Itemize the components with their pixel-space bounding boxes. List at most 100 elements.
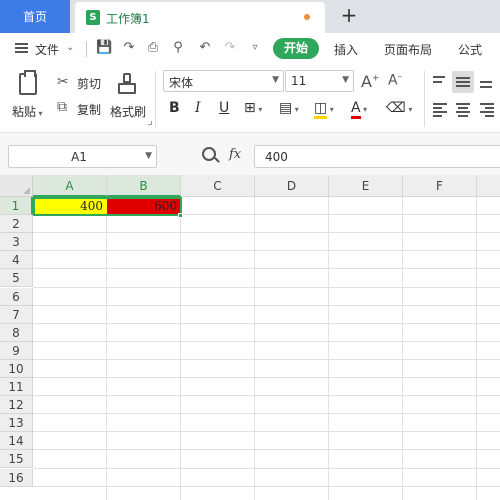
tab-workbook-label: 工作簿1 (106, 12, 150, 26)
redo-icon[interactable]: ↷ (222, 40, 238, 56)
unsaved-dot-icon (304, 14, 310, 20)
cut-icon[interactable]: ✂ (57, 74, 69, 90)
row-header-14[interactable]: 14 (0, 432, 33, 451)
gridline (33, 467, 500, 469)
row-header-16[interactable]: 16 (0, 468, 33, 487)
row-header-10[interactable]: 10 (0, 359, 33, 378)
print-preview-icon[interactable]: ⚲ (170, 40, 186, 56)
gridline (106, 197, 107, 500)
font-size-select[interactable]: 11 ▼ (285, 70, 354, 92)
insert-function-icon[interactable]: fx (229, 147, 241, 162)
align-left-button[interactable] (429, 98, 451, 120)
underline-button[interactable]: U (219, 98, 229, 118)
name-box-value: A1 (71, 150, 87, 164)
align-right-button[interactable] (476, 98, 498, 120)
tab-workbook[interactable]: S 工作簿1 (75, 2, 325, 33)
column-header-d[interactable]: D (255, 175, 329, 197)
font-color-button[interactable]: A ▾ (351, 98, 367, 119)
tab-bar: 首页 S 工作簿1 + (0, 0, 500, 33)
file-menu-button[interactable]: 文件 (35, 41, 59, 58)
clear-format-button[interactable]: ⌫ ▾ (386, 98, 412, 118)
fill-color-button[interactable]: ◫ ▾ (314, 98, 334, 119)
row-header-5[interactable]: 5 (0, 269, 33, 288)
row-header-3[interactable]: 3 (0, 233, 33, 252)
save-icon[interactable]: 💾 (96, 40, 112, 56)
gridline (33, 485, 500, 487)
paste-icon[interactable] (19, 70, 37, 95)
gridline (33, 268, 500, 270)
align-top-button[interactable] (429, 71, 451, 93)
gridline (33, 340, 500, 342)
gridline (33, 250, 500, 252)
font-family-value: 宋体 (169, 76, 194, 90)
align-bottom-button[interactable] (476, 71, 498, 93)
row-header-4[interactable]: 4 (0, 251, 33, 270)
tab-start[interactable]: 开始 (273, 38, 319, 59)
bold-button[interactable]: B (169, 98, 180, 118)
formula-input[interactable]: 400 (254, 145, 500, 168)
export-pdf-icon[interactable]: ↷ (121, 40, 137, 56)
row-header-7[interactable]: 7 (0, 305, 33, 324)
menu-hamburger-icon[interactable] (15, 43, 28, 53)
print-icon[interactable]: ⎙ (145, 40, 161, 56)
align-center-button[interactable] (452, 98, 474, 120)
column-header-b[interactable]: B (107, 175, 181, 197)
paste-button[interactable]: 粘贴 ▾ (12, 103, 43, 120)
spreadsheet-grid[interactable]: A B C D E F 1 2 3 4 5 6 7 8 9 10 11 12 13 14 15 16 400 600 (0, 175, 500, 500)
chevron-down-icon: ▼ (145, 151, 152, 161)
increase-font-size-button[interactable]: A+ (361, 72, 380, 91)
select-all-corner[interactable] (0, 175, 33, 197)
merge-cells-button[interactable]: ▤ ▾ (279, 98, 299, 118)
copy-icon[interactable]: ⧉ (57, 99, 67, 115)
customize-quick-access-icon[interactable]: ▿ (247, 40, 263, 56)
formula-value: 400 (265, 150, 288, 164)
copy-button[interactable]: 复制 (77, 101, 101, 118)
tab-home[interactable]: 首页 (0, 0, 70, 33)
font-family-select[interactable]: 宋体 ▼ (163, 70, 284, 92)
tab-page-layout[interactable]: 页面布局 (384, 41, 432, 58)
new-tab-button[interactable]: + (338, 5, 360, 27)
font-color-icon: A (351, 100, 361, 119)
zoom-icon[interactable] (202, 147, 216, 161)
row-header-8[interactable]: 8 (0, 323, 33, 342)
name-box[interactable]: A1 ▼ (8, 145, 157, 168)
cut-button[interactable]: 剪切 (77, 75, 101, 92)
row-header-2[interactable]: 2 (0, 215, 33, 234)
spreadsheet-icon: S (86, 10, 100, 25)
undo-icon[interactable]: ↶ (197, 40, 213, 56)
decrease-font-size-button[interactable]: A– (388, 72, 402, 89)
column-header-f[interactable]: F (403, 175, 477, 197)
row-header-1[interactable]: 1 (0, 197, 33, 215)
format-painter-button[interactable]: 格式刷 (110, 103, 146, 120)
chevron-down-icon[interactable]: ⌄ (66, 42, 74, 53)
gridline (33, 232, 500, 234)
selection-outline (33, 197, 182, 216)
fill-handle[interactable] (178, 213, 183, 218)
gridline (33, 358, 500, 360)
row-header-15[interactable]: 15 (0, 450, 33, 469)
gridline (33, 322, 500, 324)
gridline (33, 377, 500, 378)
chevron-down-icon: ▼ (272, 75, 279, 85)
column-header-overflow[interactable] (477, 175, 500, 197)
row-header-13[interactable]: 13 (0, 414, 33, 433)
row-header-11[interactable]: 11 (0, 378, 33, 396)
row-header-12[interactable]: 12 (0, 396, 33, 415)
gridline (328, 197, 329, 500)
tab-insert[interactable]: 插入 (334, 41, 358, 58)
fill-bucket-icon: ◫ (314, 100, 328, 119)
column-header-c[interactable]: C (181, 175, 255, 197)
gridline (33, 413, 500, 415)
column-header-a[interactable]: A (33, 175, 107, 197)
clipboard-dialog-launcher-icon[interactable] (148, 121, 152, 125)
align-middle-button[interactable] (452, 71, 474, 93)
gridline (402, 197, 403, 500)
italic-button[interactable]: I (195, 98, 201, 118)
column-header-e[interactable]: E (329, 175, 403, 197)
row-header-6[interactable]: 6 (0, 287, 33, 306)
format-painter-icon[interactable] (118, 73, 136, 95)
tab-formulas[interactable]: 公式 (458, 41, 482, 58)
row-header-9[interactable]: 9 (0, 341, 33, 360)
borders-button[interactable]: ⊞ ▾ (244, 98, 262, 118)
formula-bar: A1 ▼ fx 400 (0, 133, 500, 175)
